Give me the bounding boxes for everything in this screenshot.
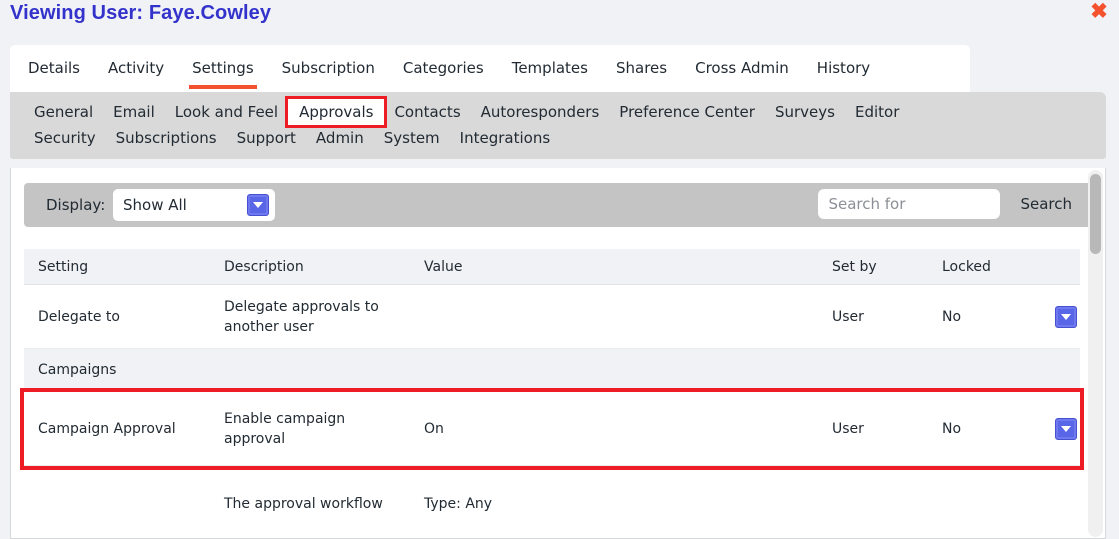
subtab-subscriptions[interactable]: Subscriptions — [106, 125, 227, 151]
settings-panel: Display: Show All Search Setting Descrip… — [10, 168, 1106, 539]
filter-bar: Display: Show All Search — [24, 183, 1092, 227]
row-menu-chevron-down-icon[interactable] — [1055, 417, 1077, 440]
subtab-admin[interactable]: Admin — [306, 125, 374, 151]
subtab-integrations[interactable]: Integrations — [450, 125, 560, 151]
tab-details[interactable]: Details — [14, 45, 94, 92]
chevron-down-icon[interactable] — [247, 194, 269, 216]
tab-history[interactable]: History — [803, 45, 884, 92]
table-row-partial: The approval workflow Type: Any — [24, 466, 1080, 530]
settings-table: Setting Description Value Set by Locked … — [20, 249, 1084, 530]
caret-glyph — [253, 202, 263, 208]
main-tab-bar: Details Activity Settings Subscription C… — [10, 45, 970, 92]
cell-action — [1038, 305, 1080, 328]
tab-settings[interactable]: Settings — [178, 45, 268, 92]
tab-categories[interactable]: Categories — [389, 45, 498, 92]
column-header-description: Description — [224, 258, 304, 275]
dialog-header: Viewing User: Faye.Cowley ✖ — [0, 0, 1119, 40]
tab-subscription[interactable]: Subscription — [268, 45, 389, 92]
sub-tab-row-2: Security Subscriptions Support Admin Sys… — [24, 125, 1106, 151]
caret-glyph — [1061, 425, 1071, 432]
search-area: Search — [818, 189, 1084, 219]
subtab-autoresponders[interactable]: Autoresponders — [471, 99, 610, 125]
sub-tab-row-1: General Email Look and Feel Approvals Co… — [24, 96, 1106, 128]
tab-cross-admin[interactable]: Cross Admin — [681, 45, 803, 92]
table-row: Delegate to Delegate approvals to anothe… — [24, 285, 1080, 349]
subtab-support[interactable]: Support — [227, 125, 306, 151]
subtab-general[interactable]: General — [24, 99, 103, 125]
tab-shares[interactable]: Shares — [602, 45, 681, 92]
subtab-look-and-feel[interactable]: Look and Feel — [165, 99, 288, 125]
subtab-preference-center[interactable]: Preference Center — [609, 99, 765, 125]
search-input[interactable] — [818, 189, 1001, 219]
cell-locked: No — [942, 420, 962, 437]
column-header-setting: Setting — [38, 258, 89, 275]
subtab-editor[interactable]: Editor — [845, 99, 909, 125]
close-icon[interactable]: ✖ — [1088, 1, 1110, 23]
row-menu-chevron-down-icon[interactable] — [1055, 305, 1077, 328]
search-button[interactable]: Search — [1014, 194, 1078, 214]
cell-description: Enable campaign approval — [224, 410, 346, 447]
cell-setting: Delegate to — [38, 308, 120, 325]
vertical-scrollbar[interactable] — [1088, 170, 1103, 537]
tab-activity[interactable]: Activity — [94, 45, 178, 92]
column-header-locked: Locked — [942, 258, 991, 275]
cell-value: On — [424, 420, 444, 437]
cell-setting: Campaign Approval — [38, 420, 176, 437]
page-title: Viewing User: Faye.Cowley — [10, 2, 272, 24]
display-label: Display: — [46, 196, 106, 214]
column-header-set-by: Set by — [832, 258, 877, 275]
scrollbar-thumb[interactable] — [1090, 174, 1101, 254]
column-header-value: Value — [424, 258, 463, 275]
caret-glyph — [1061, 313, 1071, 320]
table-section-row: Campaigns — [24, 349, 1080, 392]
cell-description: Delegate approvals to another user — [224, 298, 379, 335]
cell-action — [1038, 417, 1080, 440]
display-select[interactable]: Show All — [113, 189, 275, 221]
cell-set-by: User — [832, 420, 864, 437]
table-header-row: Setting Description Value Set by Locked — [24, 249, 1080, 285]
subtab-contacts[interactable]: Contacts — [384, 99, 470, 125]
sub-tab-bar: General Email Look and Feel Approvals Co… — [10, 92, 1106, 159]
subtab-surveys[interactable]: Surveys — [765, 99, 845, 125]
subtab-approvals[interactable]: Approvals — [285, 96, 388, 128]
cell-value: Type: Any — [424, 496, 493, 512]
subtab-email[interactable]: Email — [103, 99, 165, 125]
cell-set-by: User — [832, 308, 864, 325]
tab-templates[interactable]: Templates — [498, 45, 602, 92]
section-label: Campaigns — [38, 362, 117, 378]
cell-locked: No — [942, 308, 962, 325]
display-select-value: Show All — [123, 196, 187, 214]
cell-description: The approval workflow — [224, 496, 383, 512]
subtab-security[interactable]: Security — [24, 125, 106, 151]
subtab-system[interactable]: System — [374, 125, 450, 151]
table-row-highlighted: Campaign Approval Enable campaign approv… — [20, 388, 1084, 470]
